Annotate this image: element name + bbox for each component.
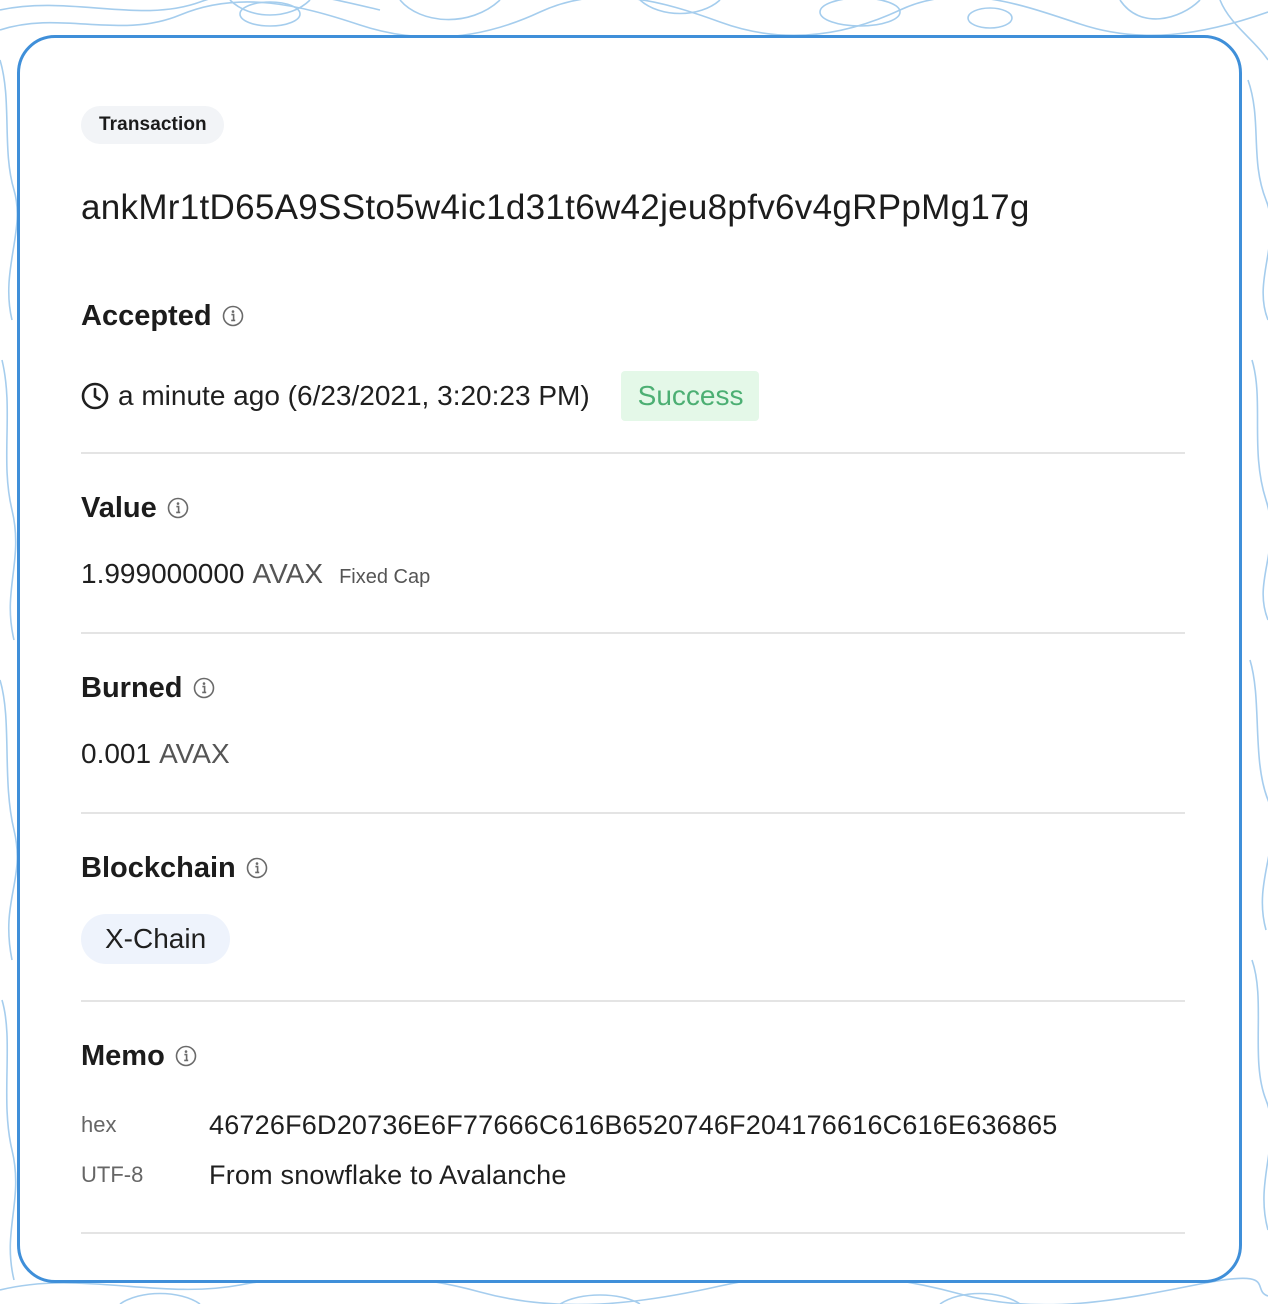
info-icon[interactable] xyxy=(167,497,189,519)
value-section: Value 1.999000000 AVAX Fixed Cap xyxy=(81,454,1185,634)
burned-title: Burned xyxy=(81,671,183,704)
memo-utf8-row: UTF-8 From snowflake to Avalanche xyxy=(81,1156,567,1194)
info-icon[interactable] xyxy=(246,857,268,879)
burned-amount-row: 0.001 AVAX xyxy=(81,738,230,770)
memo-hex-row: hex 46726F6D20736E6F77666C616B6520746F20… xyxy=(81,1106,1058,1144)
blockchain-section: Blockchain X-Chain xyxy=(81,814,1185,1002)
value-unit: AVAX xyxy=(252,558,324,589)
accepted-section: Accepted a minute ago (6/23/2021, 3:20:2… xyxy=(81,296,1185,454)
memo-title: Memo xyxy=(81,1039,165,1072)
blockchain-title: Blockchain xyxy=(81,851,236,884)
info-icon[interactable] xyxy=(175,1045,197,1067)
blockchain-chip[interactable]: X-Chain xyxy=(81,914,231,964)
burned-unit: AVAX xyxy=(159,738,230,769)
memo-hex-value: 46726F6D20736E6F77666C616B6520746F204176… xyxy=(209,1109,1058,1140)
burned-amount: 0.001 xyxy=(81,738,152,769)
memo-section: Memo hex 46726F6D20736E6F77666C616B65207… xyxy=(81,1002,1185,1234)
status-badge: Success xyxy=(620,371,760,421)
transaction-badge: Transaction xyxy=(81,106,224,144)
info-icon[interactable] xyxy=(193,677,215,699)
accepted-time: a minute ago (6/23/2021, 3:20:23 PM) xyxy=(118,380,590,411)
value-amount-row: 1.999000000 AVAX Fixed Cap xyxy=(81,558,430,590)
memo-hex-label: hex xyxy=(81,1112,117,1137)
value-heading: Value xyxy=(81,488,189,528)
card-content: Transaction ankMr1tD65A9SSto5w4ic1d31t6w… xyxy=(81,106,1185,1234)
memo-utf8-value: From snowflake to Avalanche xyxy=(209,1159,567,1190)
burned-heading: Burned xyxy=(81,668,215,708)
clock-icon xyxy=(81,382,109,410)
value-amount: 1.999000000 xyxy=(81,558,245,589)
value-cap-label: Fixed Cap xyxy=(339,566,431,588)
info-icon[interactable] xyxy=(222,305,244,327)
accepted-heading: Accepted xyxy=(81,296,1185,336)
value-title: Value xyxy=(81,491,157,524)
transaction-id: ankMr1tD65A9SSto5w4ic1d31t6w42jeu8pfv6v4… xyxy=(81,188,1030,227)
burned-section: Burned 0.001 AVAX xyxy=(81,634,1185,814)
memo-utf8-label: UTF-8 xyxy=(81,1162,144,1187)
transaction-card: Transaction ankMr1tD65A9SSto5w4ic1d31t6w… xyxy=(17,35,1242,1283)
memo-heading: Memo xyxy=(81,1036,197,1076)
accepted-title: Accepted xyxy=(81,299,212,332)
accepted-row: a minute ago (6/23/2021, 3:20:23 PM) Suc… xyxy=(81,371,760,421)
blockchain-heading: Blockchain xyxy=(81,848,268,888)
